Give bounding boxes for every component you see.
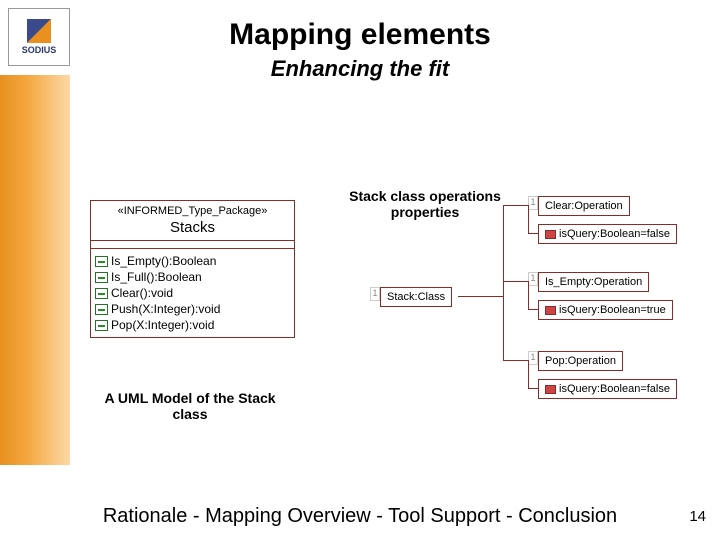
connector bbox=[528, 205, 529, 233]
uml-stereotype: «INFORMED_Type_Package» bbox=[91, 205, 294, 217]
prop-sub-box: isQuery:Boolean=true bbox=[538, 300, 673, 320]
operation-icon bbox=[95, 272, 108, 283]
sidebar-gradient bbox=[0, 75, 70, 465]
uml-class-box: «INFORMED_Type_Package» Stacks Is_Empty(… bbox=[90, 200, 295, 338]
connector bbox=[458, 296, 503, 297]
prop-label: Is_Empty:Operation bbox=[545, 276, 642, 288]
uml-op-label: Is_Empty():Boolean bbox=[111, 254, 216, 268]
page-title: Mapping elements bbox=[0, 0, 720, 52]
uml-operation: Is_Full():Boolean bbox=[93, 269, 292, 285]
prop-box: 1 Is_Empty:Operation bbox=[538, 272, 649, 292]
uml-op-label: Pop(X:Integer):void bbox=[111, 318, 214, 332]
uml-op-label: Push(X:Integer):void bbox=[111, 302, 220, 316]
prop-sub-label: isQuery:Boolean=false bbox=[559, 228, 670, 240]
logo-text: SODIUS bbox=[22, 45, 57, 55]
uml-operation: Clear():void bbox=[93, 285, 292, 301]
connector bbox=[528, 360, 529, 388]
prop-label: Clear:Operation bbox=[545, 200, 623, 212]
uml-class-name: Stacks bbox=[91, 219, 294, 236]
box-index: 1 bbox=[528, 351, 538, 365]
prop-sub-box: isQuery:Boolean=false bbox=[538, 224, 677, 244]
uml-op-label: Clear():void bbox=[111, 286, 173, 300]
uml-operation: Push(X:Integer):void bbox=[93, 301, 292, 317]
prop-sub-box: isQuery:Boolean=false bbox=[538, 379, 677, 399]
hub-box: 1 Stack:Class bbox=[380, 287, 452, 307]
connector bbox=[528, 309, 538, 310]
connector bbox=[528, 281, 529, 309]
uml-header: «INFORMED_Type_Package» Stacks bbox=[91, 201, 294, 241]
uml-operations: Is_Empty():Boolean Is_Full():Boolean Cle… bbox=[91, 249, 294, 337]
operation-icon bbox=[95, 256, 108, 267]
operation-icon bbox=[95, 320, 108, 331]
box-index: 1 bbox=[528, 272, 538, 286]
box-index: 1 bbox=[528, 196, 538, 210]
property-icon bbox=[545, 306, 556, 315]
prop-label: Pop:Operation bbox=[545, 355, 616, 367]
operation-icon bbox=[95, 304, 108, 315]
box-index: 1 bbox=[370, 287, 380, 301]
hub-label: Stack:Class bbox=[387, 291, 445, 303]
operation-icon bbox=[95, 288, 108, 299]
operations-properties-label: Stack class operations properties bbox=[335, 188, 515, 220]
uml-caption: A UML Model of the Stack class bbox=[90, 390, 290, 422]
connector bbox=[528, 388, 538, 389]
connector bbox=[528, 233, 538, 234]
page-subtitle: Enhancing the fit bbox=[0, 56, 720, 82]
property-icon bbox=[545, 230, 556, 239]
connector bbox=[503, 205, 504, 360]
logo-icon bbox=[27, 19, 51, 43]
uml-op-label: Is_Full():Boolean bbox=[111, 270, 202, 284]
property-icon bbox=[545, 385, 556, 394]
prop-sub-label: isQuery:Boolean=true bbox=[559, 304, 666, 316]
content-area: «INFORMED_Type_Package» Stacks Is_Empty(… bbox=[80, 150, 700, 450]
footer-breadcrumb: Rationale - Mapping Overview - Tool Supp… bbox=[0, 505, 720, 528]
prop-sub-label: isQuery:Boolean=false bbox=[559, 383, 670, 395]
uml-attr-section bbox=[91, 241, 294, 249]
uml-operation: Pop(X:Integer):void bbox=[93, 317, 292, 333]
logo: SODIUS bbox=[8, 8, 70, 66]
prop-box: 1 Pop:Operation bbox=[538, 351, 623, 371]
uml-operation: Is_Empty():Boolean bbox=[93, 253, 292, 269]
prop-box: 1 Clear:Operation bbox=[538, 196, 630, 216]
page-number: 14 bbox=[689, 508, 706, 525]
